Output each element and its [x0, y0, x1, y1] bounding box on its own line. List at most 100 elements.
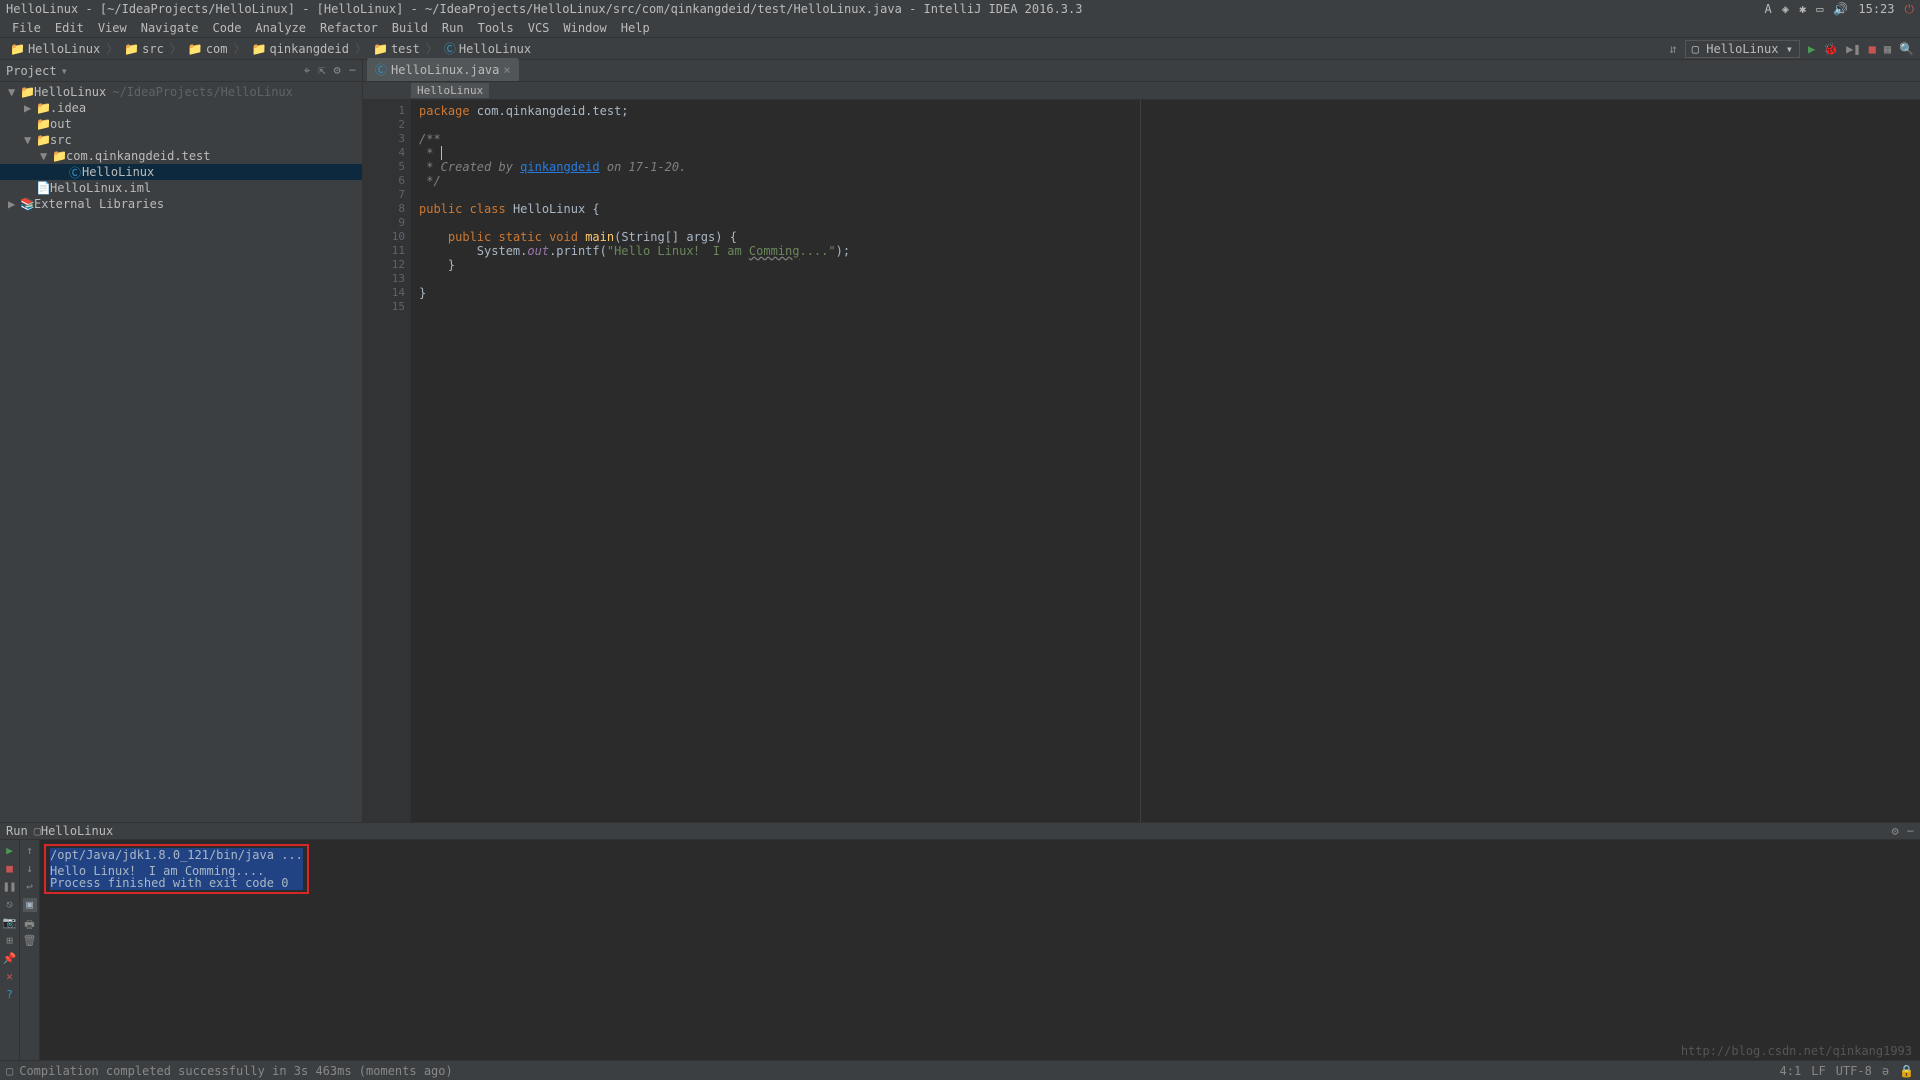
menubar: File Edit View Navigate Code Analyze Ref…: [0, 18, 1920, 38]
file-encoding[interactable]: UTF-8: [1836, 1064, 1872, 1078]
gear-icon[interactable]: ⚙: [334, 63, 341, 78]
run-button-icon[interactable]: ▶: [1808, 42, 1815, 56]
line-separator[interactable]: LF: [1811, 1064, 1825, 1078]
search-everywhere-icon[interactable]: 🔍: [1899, 42, 1914, 56]
coverage-button-icon[interactable]: ▶❚: [1846, 42, 1860, 56]
menu-file[interactable]: File: [6, 21, 47, 35]
scroll-to-end-icon[interactable]: ▣: [23, 898, 37, 912]
pause-icon[interactable]: ❚❚: [3, 880, 17, 894]
titlebar: HelloLinux - [~/IdeaProjects/HelloLinux]…: [0, 0, 1920, 18]
menu-build[interactable]: Build: [386, 21, 434, 35]
dump-threads-icon[interactable]: 📷: [3, 916, 17, 930]
close-icon[interactable]: ×: [503, 63, 510, 77]
menu-window[interactable]: Window: [557, 21, 612, 35]
window-title: HelloLinux - [~/IdeaProjects/HelloLinux]…: [6, 2, 1082, 16]
power-icon[interactable]: ⏻: [1905, 2, 1915, 17]
lock-icon[interactable]: 🔒: [1899, 1064, 1914, 1078]
insert-mode-icon[interactable]: ə: [1882, 1064, 1889, 1078]
menu-tools[interactable]: Tools: [472, 21, 520, 35]
menu-code[interactable]: Code: [207, 21, 248, 35]
menu-edit[interactable]: Edit: [49, 21, 90, 35]
menu-help[interactable]: Help: [615, 21, 656, 35]
breadcrumb-src[interactable]: 📁src: [120, 42, 168, 56]
hide-icon[interactable]: −: [1907, 824, 1914, 838]
clock[interactable]: 15:23: [1858, 2, 1894, 16]
stop-button-icon[interactable]: ■: [1869, 42, 1876, 56]
stop-icon[interactable]: ■: [3, 862, 17, 876]
scroll-from-source-icon[interactable]: ⌖: [304, 63, 311, 78]
menu-vcs[interactable]: VCS: [522, 21, 556, 35]
code-area[interactable]: 123456789101112131415 package com.qinkan…: [363, 100, 1920, 822]
tree-item-path: ~/IdeaProjects/HelloLinux: [112, 85, 293, 99]
dropdown-icon[interactable]: ▾: [61, 64, 68, 78]
battery-icon[interactable]: ▭: [1816, 2, 1823, 16]
tree-item-label: out: [50, 117, 72, 131]
tree-item-icon: 📚: [20, 197, 34, 211]
gutter[interactable]: 123456789101112131415: [363, 100, 411, 822]
menu-run[interactable]: Run: [436, 21, 470, 35]
soft-wrap-icon[interactable]: ↩: [23, 880, 37, 894]
input-method-icon[interactable]: A: [1764, 2, 1771, 16]
tree-arrow-icon[interactable]: ▶: [24, 101, 36, 115]
close-icon[interactable]: ✕: [3, 970, 17, 984]
folder-icon: 📁: [124, 42, 139, 56]
breadcrumb-project[interactable]: 📁HelloLinux: [6, 42, 104, 56]
run-config-selector[interactable]: ▢ HelloLinux ▾: [1685, 40, 1800, 58]
tree-arrow-icon[interactable]: ▶: [8, 197, 20, 211]
tree-item-label: HelloLinux: [82, 165, 154, 179]
run-output[interactable]: /opt/Java/jdk1.8.0_121/bin/java ... Hell…: [40, 840, 1920, 1060]
pin-icon[interactable]: 📌: [3, 952, 17, 966]
tree-row[interactable]: ▼📁src: [0, 132, 362, 148]
restore-layout-icon[interactable]: ⊞: [3, 934, 17, 948]
tree-row[interactable]: ▶📚External Libraries: [0, 196, 362, 212]
menu-refactor[interactable]: Refactor: [314, 21, 384, 35]
print-icon[interactable]: 🖶: [23, 916, 37, 930]
project-header[interactable]: Project ▾ ⌖ ⇱ ⚙ −: [0, 60, 362, 82]
breadcrumb-com[interactable]: 📁com: [184, 42, 232, 56]
menu-view[interactable]: View: [92, 21, 133, 35]
exit-icon[interactable]: ⎋: [3, 898, 17, 912]
tree-row[interactable]: ▼📁com.qinkangdeid.test: [0, 148, 362, 164]
wifi-icon[interactable]: ◈: [1782, 2, 1789, 16]
up-icon[interactable]: ↑: [23, 844, 37, 858]
bluetooth-icon[interactable]: ✱: [1799, 2, 1806, 16]
run-toolbar-left: ▶ ■ ❚❚ ⎋ 📷 ⊞ 📌 ✕ ?: [0, 840, 20, 1060]
show-panels-icon[interactable]: ▢: [6, 1064, 13, 1078]
breadcrumb-class[interactable]: ⒸHelloLinux: [440, 40, 535, 57]
breadcrumb-pkg[interactable]: 📁qinkangdeid: [248, 42, 353, 56]
tree-row[interactable]: 📁out: [0, 116, 362, 132]
folder-icon: 📁: [10, 42, 25, 56]
tree-arrow-icon[interactable]: ▼: [40, 149, 52, 163]
gear-icon[interactable]: ⚙: [1892, 824, 1899, 838]
project-structure-icon[interactable]: ▦: [1884, 42, 1891, 56]
rerun-icon[interactable]: ▶: [3, 844, 17, 858]
tree-item-icon: Ⓒ: [68, 164, 82, 181]
code-editor[interactable]: package com.qinkangdeid.test; /** * * Cr…: [411, 100, 1920, 822]
tree-item-label: com.qinkangdeid.test: [66, 149, 211, 163]
tree-row[interactable]: ▼📁HelloLinux~/IdeaProjects/HelloLinux: [0, 84, 362, 100]
menu-navigate[interactable]: Navigate: [135, 21, 205, 35]
project-tree[interactable]: ▼📁HelloLinux~/IdeaProjects/HelloLinux▶📁.…: [0, 82, 362, 822]
breadcrumb-test[interactable]: 📁test: [369, 42, 424, 56]
collapse-all-icon[interactable]: ⇱: [318, 63, 325, 78]
tree-arrow-icon[interactable]: ▼: [8, 85, 20, 99]
debug-button-icon[interactable]: 🐞: [1823, 42, 1838, 56]
tree-row[interactable]: 📄HelloLinux.iml: [0, 180, 362, 196]
volume-icon[interactable]: 🔊: [1833, 2, 1848, 16]
make-icon[interactable]: ⇵: [1670, 42, 1677, 56]
run-tool-header[interactable]: Run ▢ HelloLinux ⚙ −: [0, 822, 1920, 840]
tree-item-icon: 📁: [36, 117, 50, 131]
caret-position[interactable]: 4:1: [1780, 1064, 1802, 1078]
tree-row[interactable]: ▶📁.idea: [0, 100, 362, 116]
help-icon[interactable]: ?: [3, 988, 17, 1002]
clear-all-icon[interactable]: 🗑: [23, 934, 37, 948]
tree-row[interactable]: ⒸHelloLinux: [0, 164, 362, 180]
editor-tab[interactable]: Ⓒ HelloLinux.java ×: [367, 58, 519, 81]
class-icon: Ⓒ: [444, 40, 456, 57]
hide-icon[interactable]: −: [349, 63, 356, 78]
folder-icon: 📁: [188, 42, 203, 56]
down-icon[interactable]: ↓: [23, 862, 37, 876]
tree-arrow-icon[interactable]: ▼: [24, 133, 36, 147]
editor-crumb-class[interactable]: HelloLinux: [411, 83, 489, 98]
menu-analyze[interactable]: Analyze: [249, 21, 312, 35]
